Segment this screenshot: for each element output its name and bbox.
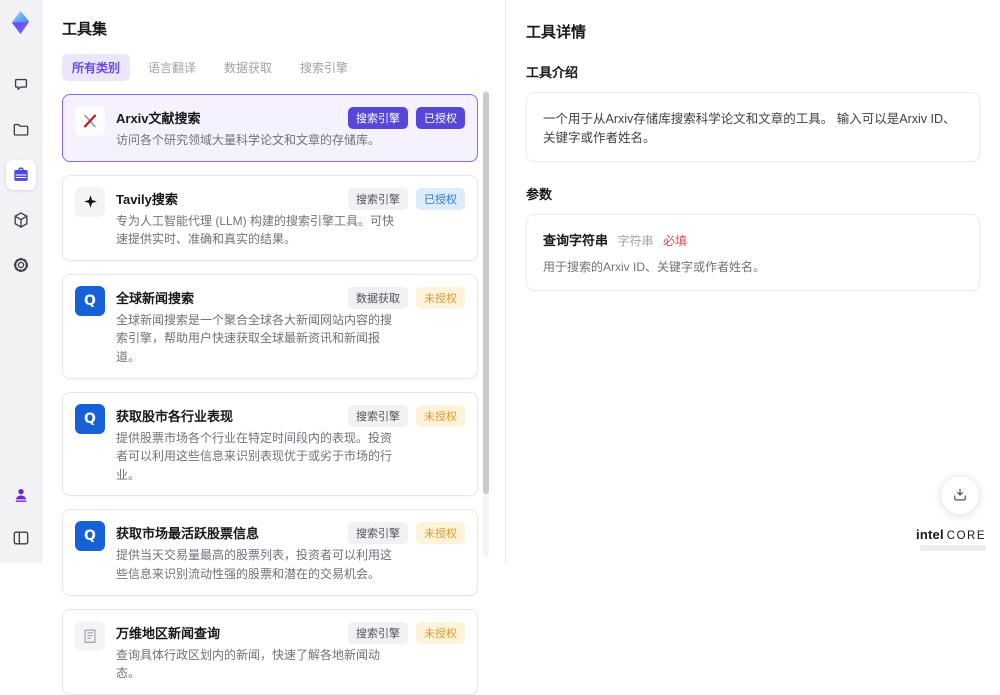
auth-status-badge: 已授权 [416, 107, 465, 129]
intel-product-text: CORE [947, 530, 986, 542]
newspaper-logo [75, 621, 105, 683]
tool-description: 查询具体行政区划内的新闻，快速了解各地新闻动态。 [116, 646, 394, 683]
sidebar [0, 0, 42, 563]
auth-status-badge: 未授权 [416, 622, 465, 644]
panel-toggle-icon [11, 528, 31, 548]
intel-logo-subtext [920, 545, 986, 551]
tool-badges: 搜索引擎 已授权 [348, 188, 465, 210]
parameter-name: 查询字符串 [543, 233, 608, 248]
scrollbar-thumb[interactable] [483, 92, 489, 494]
app-logo [7, 9, 34, 36]
tool-badges: 搜索引擎 已授权 [348, 107, 465, 129]
category-badge: 搜索引擎 [348, 107, 408, 129]
intro-heading: 工具介绍 [526, 62, 980, 81]
tab-language-translation[interactable]: 语言翻译 [138, 54, 206, 81]
parameter-card: 查询字符串 字符串 必填 用于搜索的Arxiv ID、关键字或作者姓名。 [526, 214, 980, 291]
sidebar-item-settings[interactable] [6, 250, 36, 280]
auth-status-badge: 未授权 [416, 405, 465, 427]
auth-status-badge: 已授权 [416, 188, 465, 210]
download-icon [951, 486, 969, 504]
tool-list: Arxiv文献搜索 访问各个研究领域大量科学论文和文章的存储库。 搜索引擎 已授… [62, 94, 478, 695]
tool-list-item[interactable]: Q 获取股市各行业表现 提供股票市场各个行业在特定时间段内的表现。投资者可以利用… [62, 392, 478, 497]
tool-list-item[interactable]: Arxiv文献搜索 访问各个研究领域大量科学论文和文章的存储库。 搜索引擎 已授… [62, 94, 478, 162]
intro-text: 一个用于从Arxiv存储库搜索科学论文和文章的工具。 输入可以是Arxiv ID… [543, 112, 956, 145]
tool-list-item[interactable]: Q 全球新闻搜索 全球新闻搜索是一个聚合全球各大新闻网站内容的搜索引擎，帮助用户… [62, 274, 478, 379]
tool-list-item[interactable]: Q 获取市场最活跃股票信息 提供当天交易量最高的股票列表，投资者可以利用这些信息… [62, 509, 478, 595]
tool-description: 访问各个研究领域大量科学论文和文章的存储库。 [116, 131, 380, 150]
cube-icon [11, 210, 31, 230]
gear-icon [11, 255, 31, 275]
tab-all-categories[interactable]: 所有类别 [62, 54, 130, 81]
category-badge: 数据获取 [348, 287, 408, 309]
folder-icon [11, 120, 31, 140]
list-scrollbar[interactable] [483, 90, 489, 557]
tool-description: 专为人工智能代理 (LLM) 构建的搜索引擎工具。可快速提供实时、准确和真实的结… [116, 212, 394, 249]
category-badge: 搜索引擎 [348, 622, 408, 644]
briefcase-icon [11, 165, 31, 185]
user-icon [11, 485, 31, 505]
parameter-required-flag: 必填 [663, 234, 687, 248]
parameter-type: 字符串 [618, 234, 654, 248]
auth-status-badge: 未授权 [416, 522, 465, 544]
arxiv-logo [75, 106, 105, 150]
sidebar-item-account[interactable] [6, 480, 36, 510]
category-tabs: 所有类别 语言翻译 数据获取 搜索引擎 [62, 54, 505, 81]
tool-badges: 搜索引擎 未授权 [348, 622, 465, 644]
sidebar-item-chat[interactable] [6, 70, 36, 100]
tool-list-item[interactable]: 万维地区新闻查询 查询具体行政区划内的新闻，快速了解各地新闻动态。 搜索引擎 未… [62, 609, 478, 695]
tavily-logo [75, 187, 105, 249]
search-q-logo: Q [75, 286, 105, 367]
category-badge: 搜索引擎 [348, 188, 408, 210]
intel-brand-text: intel [916, 527, 944, 542]
toolset-panel: 工具集 所有类别 语言翻译 数据获取 搜索引擎 Arxiv文献搜索 访问各个研究… [42, 0, 505, 563]
search-q-logo: Q [75, 521, 105, 583]
tool-description: 全球新闻搜索是一个聚合全球各大新闻网站内容的搜索引擎，帮助用户快速获取全球最新资… [116, 311, 394, 367]
tool-list-item[interactable]: Tavily搜索 专为人工智能代理 (LLM) 构建的搜索引擎工具。可快速提供实… [62, 175, 478, 261]
category-badge: 搜索引擎 [348, 522, 408, 544]
tool-description: 提供股票市场各个行业在特定时间段内的表现。投资者可以利用这些信息来识别表现优于或… [116, 429, 394, 485]
category-badge: 搜索引擎 [348, 405, 408, 427]
details-title: 工具详情 [526, 21, 980, 42]
tool-badges: 搜索引擎 未授权 [348, 522, 465, 544]
search-q-logo: Q [75, 404, 105, 485]
tool-description: 提供当天交易量最高的股票列表，投资者可以利用这些信息来识别流动性强的股票和潜在的… [116, 546, 394, 583]
tab-data-acquisition[interactable]: 数据获取 [214, 54, 282, 81]
tool-name: Arxiv文献搜索 [116, 108, 380, 127]
tool-badges: 数据获取 未授权 [348, 287, 465, 309]
params-heading: 参数 [526, 184, 980, 203]
sidebar-item-toolset[interactable] [6, 160, 36, 190]
intel-core-logo: intelCORE [916, 527, 986, 551]
page-title: 工具集 [62, 18, 505, 39]
tool-details-panel: 工具详情 工具介绍 一个用于从Arxiv存储库搜索科学论文和文章的工具。 输入可… [505, 0, 1000, 563]
parameter-description: 用于搜索的Arxiv ID、关键字或作者姓名。 [543, 258, 963, 275]
download-button[interactable] [940, 475, 980, 515]
tool-badges: 搜索引擎 未授权 [348, 405, 465, 427]
parameter-header: 查询字符串 字符串 必填 [543, 230, 963, 249]
app-window: 工具集 所有类别 语言翻译 数据获取 搜索引擎 Arxiv文献搜索 访问各个研究… [0, 0, 1000, 563]
intro-card: 一个用于从Arxiv存储库搜索科学论文和文章的工具。 输入可以是Arxiv ID… [526, 92, 980, 162]
auth-status-badge: 未授权 [416, 287, 465, 309]
sidebar-item-panel-toggle[interactable] [6, 523, 36, 553]
tab-search-engine[interactable]: 搜索引擎 [290, 54, 358, 81]
chat-icon [11, 75, 31, 95]
sidebar-item-files[interactable] [6, 115, 36, 145]
sidebar-item-packages[interactable] [6, 205, 36, 235]
